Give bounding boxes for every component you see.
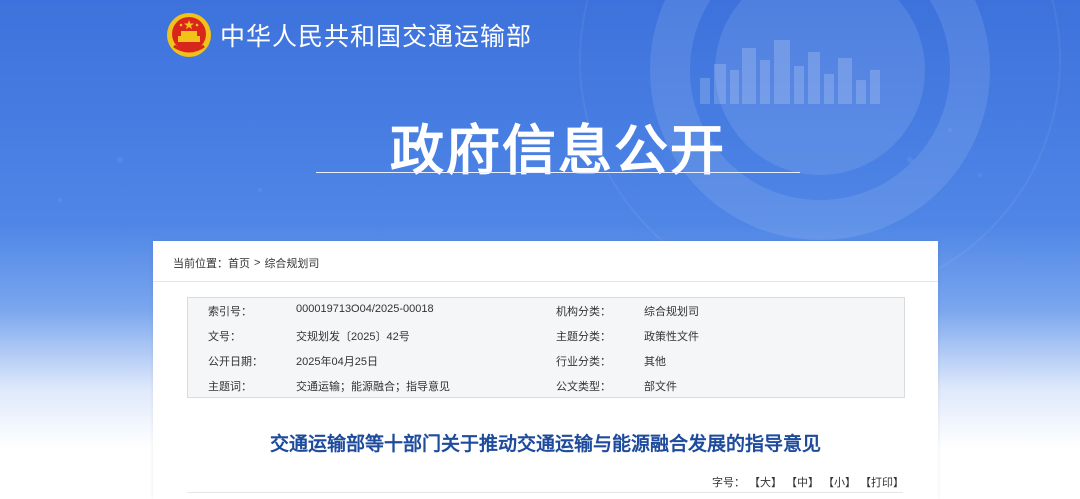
site-logo[interactable]: 中华人民共和国交通运输部: [166, 12, 532, 58]
metadata-value: 000019713O04/2025-00018: [296, 303, 434, 315]
metadata-value: 政策性文件: [644, 331, 699, 343]
metadata-key: 主题分类：: [556, 331, 611, 343]
breadcrumb-divider: [153, 281, 938, 282]
metadata-key: 行业分类：: [556, 356, 611, 368]
font-large-button[interactable]: 【大】: [749, 474, 782, 490]
metadata-key: 主题词：: [208, 381, 252, 393]
site-name: 中华人民共和国交通运输部: [220, 22, 533, 51]
metadata-key: 机构分类：: [556, 306, 611, 318]
metadata-row: 主题词： 交通运输；能源融合；指导意见 公文类型： 部文件: [188, 373, 904, 398]
metadata-row: 索引号： 000019713O04/2025-00018 机构分类： 综合规划司: [188, 298, 904, 323]
breadcrumb: 当前位置： 首页 > 综合规划司: [173, 255, 319, 271]
document-title: 交通运输部等十部门关于推动交通运输与能源融合发展的指导意见: [269, 433, 821, 455]
breadcrumb-current-link[interactable]: 综合规划司: [264, 255, 319, 271]
national-emblem-icon: [167, 13, 211, 57]
print-button[interactable]: 【打印】: [860, 474, 904, 490]
metadata-value: 交规划发〔2025〕42号: [296, 331, 410, 343]
metadata-key: 文号：: [208, 331, 241, 343]
hero-divider: [316, 172, 800, 173]
metadata-key: 公开日期：: [208, 356, 263, 368]
metadata-value: 其他: [644, 356, 666, 368]
content-panel: 当前位置： 首页 > 综合规划司 索引号： 000019713O04/2025-…: [153, 241, 938, 499]
document-metadata-table: 索引号： 000019713O04/2025-00018 机构分类： 综合规划司…: [187, 297, 905, 398]
metadata-key: 公文类型：: [556, 381, 611, 393]
metadata-row: 文号： 交规划发〔2025〕42号 主题分类： 政策性文件: [188, 323, 904, 348]
font-medium-button[interactable]: 【中】: [786, 474, 819, 490]
metadata-row: 公开日期： 2025年04月25日 行业分类： 其他: [188, 348, 904, 373]
breadcrumb-prefix: 当前位置：: [173, 258, 228, 270]
font-small-button[interactable]: 【小】: [823, 474, 856, 490]
page-hero-title: 政府信息公开: [390, 119, 726, 182]
metadata-value: 交通运输；能源融合；指导意见: [296, 381, 450, 393]
metadata-value: 部文件: [644, 381, 677, 393]
content-divider: [187, 492, 903, 493]
breadcrumb-separator: >: [254, 257, 261, 269]
font-size-label: 字号：: [712, 477, 745, 489]
font-size-controls: 字号： 【大】 【中】 【小】 【打印】: [712, 474, 904, 490]
metadata-value: 2025年04月25日: [296, 356, 378, 368]
breadcrumb-home-link[interactable]: 首页: [228, 255, 250, 271]
metadata-key: 索引号：: [208, 306, 252, 318]
metadata-value: 综合规划司: [644, 306, 699, 318]
